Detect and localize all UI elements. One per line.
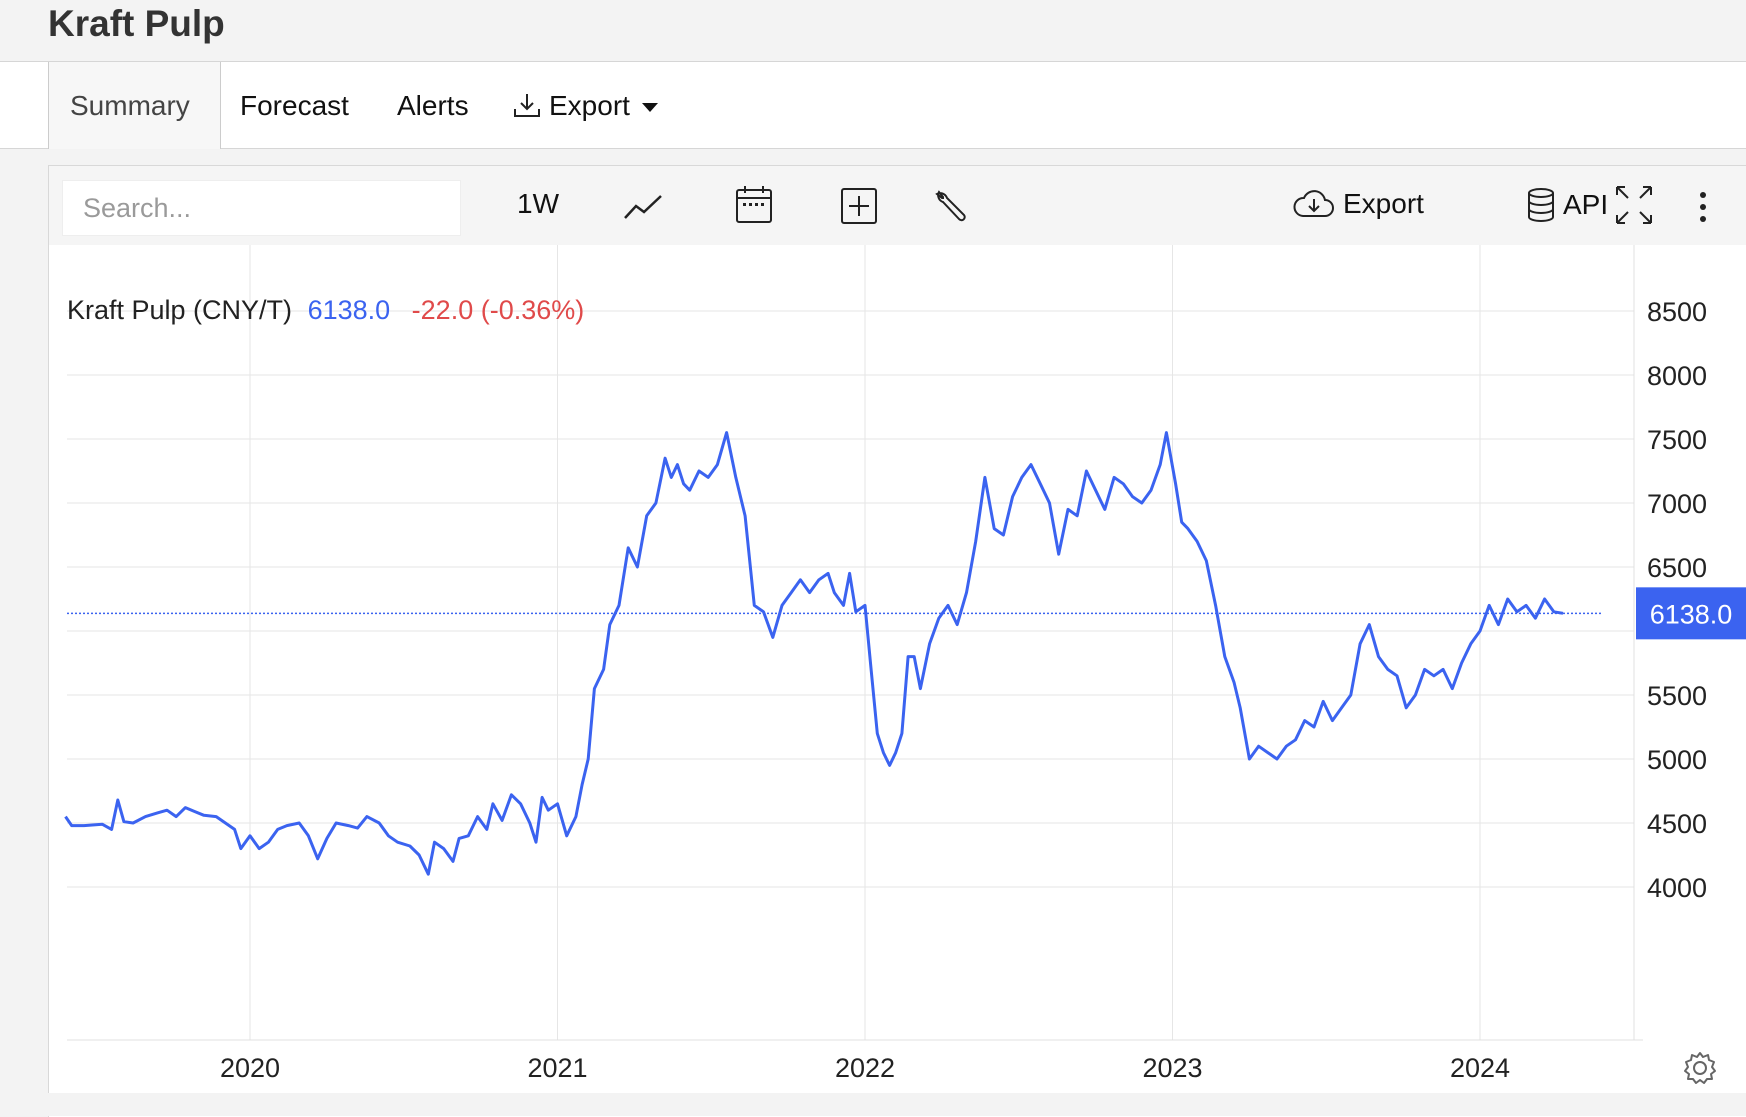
x-tick-label: 2020 (220, 1053, 280, 1083)
download-icon (514, 94, 540, 117)
page-title: Kraft Pulp (48, 3, 225, 44)
horizontal-gridlines (67, 310, 1634, 888)
wrench-icon[interactable] (931, 186, 971, 226)
last-value-badge-text: 6138.0 (1650, 599, 1733, 629)
api-label: API (1563, 189, 1609, 220)
cloud-download-icon (1293, 190, 1334, 217)
legend-series-name: Kraft Pulp (CNY/T) (67, 295, 292, 325)
legend-last-value: 6138.0 (308, 295, 391, 325)
x-axis-labels: 2020 2021 2022 2023 2024 (220, 1053, 1510, 1083)
chart-legend: Kraft Pulp (CNY/T) 6138.0 -22.0 (-0.36%) (67, 295, 584, 325)
tab-export-dropdown[interactable]: Export (511, 90, 658, 122)
chevron-down-icon (641, 102, 658, 112)
y-tick-label: 8000 (1647, 361, 1707, 391)
legend-change: -22.0 (-0.36%) (412, 295, 585, 325)
vertical-gridlines (249, 245, 1481, 1040)
line-chart[interactable]: 4000 4500 5000 5500 6500 7000 7500 8000 8500 202… (49, 245, 1746, 1117)
export-label: Export (1343, 188, 1424, 219)
more-options-icon[interactable] (1697, 190, 1709, 226)
search-input[interactable] (62, 180, 461, 236)
tab-forecast[interactable]: Forecast (240, 90, 349, 122)
y-tick-label: 5500 (1647, 681, 1707, 711)
last-value-badge: 6138.0 (1636, 587, 1746, 640)
tab-export-label: Export (549, 90, 630, 121)
y-tick-label: 7500 (1647, 425, 1707, 455)
tab-summary[interactable]: Summary (70, 90, 190, 122)
interval-button[interactable]: 1W (517, 188, 559, 220)
x-tick-label: 2022 (835, 1053, 895, 1083)
x-tick-label: 2024 (1450, 1053, 1510, 1083)
y-tick-label: 6500 (1647, 553, 1707, 583)
fullscreen-icon[interactable] (1614, 184, 1654, 226)
gear-icon[interactable] (1682, 1050, 1718, 1086)
line-chart-icon[interactable] (622, 188, 664, 224)
api-button[interactable]: API (1525, 186, 1608, 224)
chart-toolbar: 1W Export (49, 166, 1746, 245)
chart-panel: 1W Export (48, 165, 1746, 1117)
calendar-icon[interactable] (734, 184, 774, 226)
y-tick-label: 4500 (1647, 809, 1707, 839)
y-tick-label: 5000 (1647, 745, 1707, 775)
x-tick-label: 2023 (1142, 1053, 1202, 1083)
series-line (64, 431, 1564, 876)
x-tick-label: 2021 (527, 1053, 587, 1083)
y-tick-label: 4000 (1647, 873, 1707, 903)
tab-alerts[interactable]: Alerts (397, 90, 469, 122)
add-indicator-icon[interactable] (839, 186, 879, 226)
export-button[interactable]: Export (1291, 186, 1424, 222)
database-icon (1528, 188, 1554, 222)
y-tick-label: 7000 (1647, 489, 1707, 519)
tab-bar: Summary Forecast Alerts Export (0, 61, 1746, 149)
bottom-bar (48, 1093, 1746, 1116)
y-tick-label: 8500 (1647, 297, 1707, 327)
